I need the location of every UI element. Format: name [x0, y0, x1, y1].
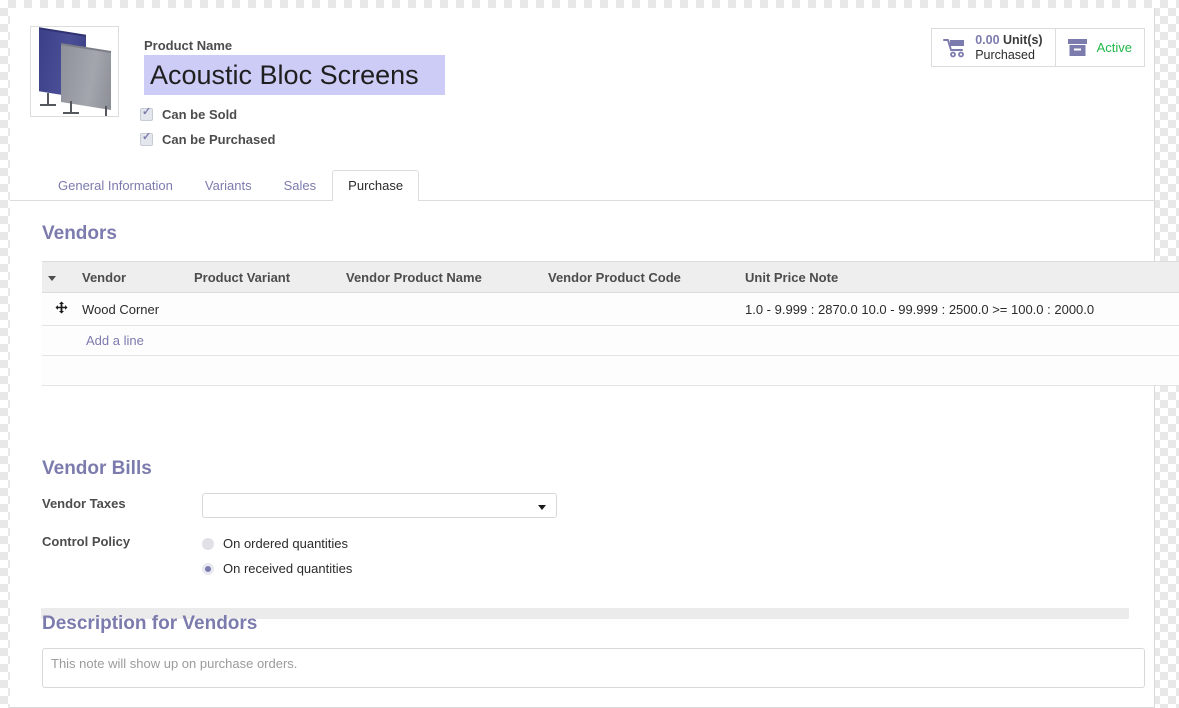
archive-stat-button[interactable]: Active: [1054, 29, 1144, 66]
shopping-cart-icon: [943, 38, 967, 58]
vendor-taxes-label: Vendor Taxes: [42, 496, 126, 511]
column-header-vendor-product-code[interactable]: Vendor Product Code: [542, 261, 739, 293]
radio-label-on-received: On received quantities: [223, 561, 353, 576]
can-be-purchased-label: Can be Purchased: [162, 132, 276, 147]
add-line-row[interactable]: Add a line: [42, 325, 1179, 356]
radio-button-on-ordered[interactable]: [202, 537, 214, 550]
can-be-sold-checkbox[interactable]: [140, 106, 153, 121]
can-be-sold-row[interactable]: Can be Sold: [140, 106, 238, 122]
vendors-table-body: Wood Corner 1.0 - 9.999 : 2870.0 10.0 - …: [42, 292, 1179, 386]
add-line-cell[interactable]: Add a line: [76, 325, 1179, 356]
form-notebook-tabs: General Information Variants Sales Purch…: [10, 170, 1155, 201]
panel-gray: [61, 45, 111, 110]
control-policy-control: On ordered quantities On received quanti…: [202, 531, 352, 581]
radio-on-received-quantities[interactable]: On received quantities: [202, 556, 352, 581]
cell-vendor[interactable]: Wood Corner: [76, 292, 188, 326]
stat-button-group: 0.00 Unit(s) Purchased Active: [931, 28, 1145, 67]
vendors-section: Vendors Vendor Product Variant Vendor Pr…: [10, 223, 1179, 619]
description-title: Description for Vendors: [42, 613, 258, 634]
column-header-actions: [1171, 261, 1179, 293]
vendor-bills-title: Vendor Bills: [42, 458, 152, 479]
table-row[interactable]: Wood Corner 1.0 - 9.999 : 2870.0 10.0 - …: [42, 292, 1179, 326]
can-be-purchased-checkbox[interactable]: [140, 131, 153, 146]
chevron-down-icon: [538, 505, 546, 510]
tab-sales[interactable]: Sales: [268, 170, 333, 201]
purchased-caption: Purchased: [975, 47, 1035, 62]
row-delete-button[interactable]: [1171, 292, 1179, 326]
column-header-vendor-product-name[interactable]: Vendor Product Name: [340, 261, 542, 293]
table-filler-cell: [42, 355, 1179, 386]
cell-unit-price-note[interactable]: 1.0 - 9.999 : 2870.0 10.0 - 99.999 : 250…: [739, 292, 1171, 326]
purchased-unit: Unit(s): [1003, 33, 1043, 48]
form-header: Product Name Acoustic Bloc Screens Can b…: [10, 8, 1155, 170]
vendors-header-row: Vendor Product Variant Vendor Product Na…: [42, 261, 1179, 293]
vendors-table: Vendor Product Variant Vendor Product Na…: [42, 261, 1179, 386]
add-line-handle-spacer: [42, 325, 76, 356]
column-header-unit-price-note[interactable]: Unit Price Note: [739, 261, 1171, 293]
product-name-label: Product Name: [144, 38, 233, 53]
tab-purchase[interactable]: Purchase: [332, 170, 420, 201]
tab-general-information[interactable]: General Information: [42, 170, 189, 201]
purchased-value: 0.00: [975, 33, 1000, 48]
purchased-stat-button[interactable]: 0.00 Unit(s) Purchased: [932, 29, 1054, 66]
leg-base-1: [40, 104, 56, 106]
control-policy-row: Control Policy On ordered quantities On …: [42, 531, 1142, 581]
description-section: Description for Vendors This note will s…: [42, 613, 1145, 688]
control-policy-label: Control Policy: [42, 534, 131, 549]
column-header-product-variant[interactable]: Product Variant: [188, 261, 340, 293]
cell-vendor-product-name[interactable]: [340, 292, 542, 326]
purchased-stat-text: 0.00 Unit(s) Purchased: [975, 33, 1042, 62]
cell-product-variant[interactable]: [188, 292, 340, 326]
tab-variants[interactable]: Variants: [189, 170, 268, 201]
box-archive-icon: [1067, 38, 1088, 58]
add-a-line-link[interactable]: Add a line: [82, 333, 144, 348]
vendor-taxes-select[interactable]: [202, 493, 557, 518]
radio-label-on-ordered: On ordered quantities: [223, 536, 349, 551]
product-image[interactable]: [30, 26, 119, 117]
vendors-table-head: Vendor Product Variant Vendor Product Na…: [42, 261, 1179, 293]
archive-status-label: Active: [1096, 40, 1132, 55]
leg-base-2: [63, 112, 79, 114]
row-drag-handle[interactable]: [42, 292, 76, 326]
column-sort-toggle[interactable]: [42, 261, 76, 293]
can-be-sold-label: Can be Sold: [162, 107, 238, 122]
product-name-input[interactable]: Acoustic Bloc Screens: [144, 55, 445, 95]
product-form: Product Name Acoustic Bloc Screens Can b…: [10, 8, 1179, 688]
vendors-title: Vendors: [42, 223, 117, 244]
vendor-taxes-control: [202, 493, 557, 518]
can-be-purchased-row[interactable]: Can be Purchased: [140, 131, 276, 147]
leg-base-3: [98, 116, 114, 117]
cell-vendor-product-code[interactable]: [542, 292, 739, 326]
sort-descending-caret-icon: [48, 275, 56, 281]
radio-button-on-received[interactable]: [202, 562, 214, 575]
form-sheet: Product Name Acoustic Bloc Screens Can b…: [10, 8, 1179, 708]
radio-on-ordered-quantities[interactable]: On ordered quantities: [202, 531, 352, 556]
column-header-vendor[interactable]: Vendor: [76, 261, 188, 293]
vendor-bills-section: Vendor Bills Vendor Taxes Control Policy…: [42, 458, 1142, 581]
drag-move-icon: [55, 301, 67, 314]
description-textarea[interactable]: This note will show up on purchase order…: [42, 648, 1145, 688]
table-filler-row: [42, 355, 1179, 386]
vendor-taxes-row: Vendor Taxes: [42, 493, 1142, 518]
